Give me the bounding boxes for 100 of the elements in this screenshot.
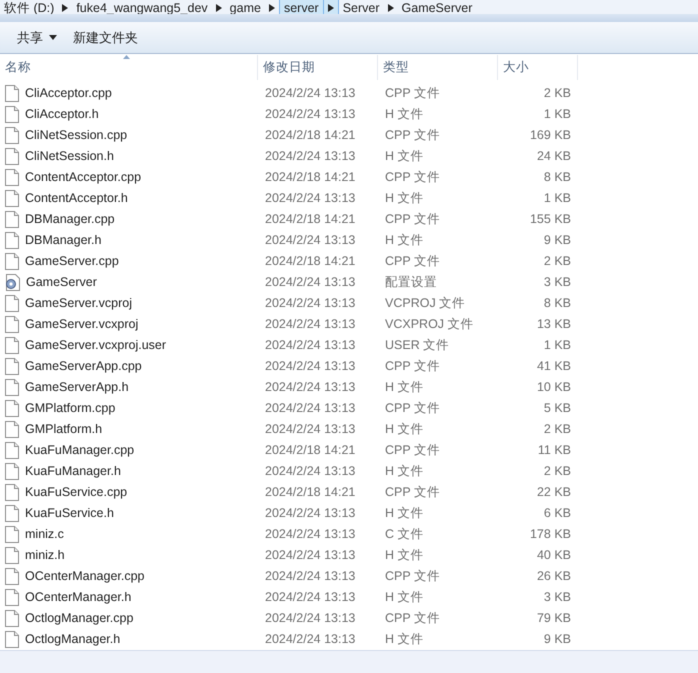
file-type: CPP 文件: [384, 85, 441, 102]
modified-date: 2024/2/24 13:13: [264, 295, 356, 312]
file-type: H 文件: [384, 232, 424, 250]
column-header[interactable]: 名称: [0, 55, 258, 80]
column-header[interactable]: 修改日期: [258, 55, 378, 80]
file-name[interactable]: GameServer.vcxproj.user: [25, 336, 166, 355]
file-size: 2 KB: [542, 421, 571, 438]
breadcrumb-item[interactable]: Server: [338, 0, 384, 14]
file-name[interactable]: OctlogManager.cpp: [25, 609, 134, 628]
modified-date: 2024/2/24 13:13: [264, 610, 356, 628]
file-name[interactable]: OctlogManager.h: [25, 630, 120, 649]
file-type: H 文件: [384, 148, 424, 166]
file-type: 配置设置: [384, 274, 438, 292]
file-size: 9 KB: [542, 631, 571, 648]
file-name[interactable]: DBManager.h: [25, 231, 102, 250]
modified-date: 2024/2/24 13:13: [264, 358, 356, 376]
modified-date: 2024/2/24 13:13: [264, 337, 356, 354]
modified-date: 2024/2/24 13:13: [264, 547, 356, 564]
file-type: CPP 文件: [384, 400, 441, 418]
file-name[interactable]: OCenterManager.h: [25, 588, 132, 607]
file-type: VCXPROJ 文件: [384, 316, 475, 334]
document-icon: [5, 505, 19, 522]
modified-date: 2024/2/24 13:13: [264, 526, 356, 544]
file-name[interactable]: KuaFuService.cpp: [25, 483, 128, 502]
column-header[interactable]: 类型: [378, 55, 498, 80]
file-size: 1 KB: [542, 190, 571, 208]
document-icon: [5, 463, 19, 480]
file-size: 79 KB: [536, 610, 571, 628]
file-name[interactable]: ContentAcceptor.cpp: [25, 168, 142, 187]
file-size: 24 KB: [536, 148, 571, 166]
file-name[interactable]: miniz.c: [25, 525, 64, 544]
file-type: H 文件: [384, 421, 424, 438]
file-name[interactable]: KuaFuManager.h: [25, 462, 121, 481]
file-name[interactable]: GameServerApp.h: [25, 378, 129, 397]
modified-date: 2024/2/24 13:13: [264, 589, 356, 606]
modified-date: 2024/2/24 13:13: [264, 106, 356, 124]
document-icon: [5, 484, 19, 501]
file-size: 9 KB: [542, 232, 571, 250]
column-header[interactable]: 大小: [498, 55, 578, 80]
file-name[interactable]: miniz.h: [25, 546, 65, 565]
chevron-right-icon[interactable]: [216, 4, 222, 12]
modified-date: 2024/2/18 14:21: [264, 211, 356, 228]
chevron-right-icon[interactable]: [388, 4, 394, 12]
file-size: 5 KB: [542, 400, 571, 418]
file-type: CPP 文件: [384, 484, 441, 502]
document-icon: [5, 358, 19, 375]
file-type: H 文件: [384, 379, 424, 396]
file-size: 40 KB: [536, 547, 571, 564]
document-icon: [5, 295, 19, 312]
file-size: 3 KB: [542, 274, 571, 292]
document-icon: [5, 190, 19, 207]
chevron-right-icon[interactable]: [268, 4, 275, 12]
file-name[interactable]: KuaFuService.h: [25, 504, 114, 523]
document-icon: [5, 421, 19, 438]
modified-date: 2024/2/18 14:21: [264, 127, 356, 144]
document-icon: [5, 631, 19, 648]
file-name[interactable]: KuaFuManager.cpp: [25, 441, 134, 460]
document-icon: [5, 547, 19, 564]
file-size: 11 KB: [536, 442, 571, 460]
modified-date: 2024/2/24 13:13: [264, 316, 356, 334]
modified-date: 2024/2/18 14:21: [264, 484, 356, 502]
file-name[interactable]: GameServer.vcproj: [25, 294, 132, 313]
document-icon: [5, 106, 19, 123]
file-name[interactable]: GameServer: [26, 273, 97, 292]
file-size: 8 KB: [542, 169, 571, 186]
chevron-right-icon[interactable]: [328, 4, 334, 12]
modified-date: 2024/2/24 13:13: [264, 379, 356, 396]
document-icon: [5, 442, 19, 459]
file-name[interactable]: GMPlatform.h: [25, 420, 102, 439]
document-icon: [5, 148, 19, 165]
chevron-right-icon[interactable]: [62, 4, 68, 12]
file-size: 6 KB: [542, 505, 571, 522]
breadcrumb-item[interactable]: server: [278, 0, 324, 14]
file-name[interactable]: ContentAcceptor.h: [25, 189, 128, 208]
file-name[interactable]: GMPlatform.cpp: [25, 399, 116, 418]
breadcrumb-item[interactable]: GameServer: [398, 0, 476, 14]
file-type: CPP 文件: [384, 442, 441, 460]
file-name[interactable]: CliNetSession.h: [25, 147, 114, 166]
document-icon: [5, 316, 19, 333]
file-name[interactable]: GameServer.vcxproj: [25, 315, 138, 334]
file-name[interactable]: DBManager.cpp: [25, 210, 115, 229]
document-icon: [5, 400, 19, 417]
modified-date: 2024/2/24 13:13: [264, 421, 356, 438]
file-name[interactable]: CliNetSession.cpp: [25, 126, 128, 145]
file-type: H 文件: [384, 190, 424, 208]
file-type: CPP 文件: [384, 358, 441, 376]
toolbar-button[interactable]: 共享: [10, 26, 64, 50]
toolbar-button[interactable]: 新建文件夹: [66, 26, 145, 50]
file-name[interactable]: GameServerApp.cpp: [25, 357, 142, 376]
file-name[interactable]: GameServer.cpp: [25, 252, 119, 271]
file-type: CPP 文件: [384, 568, 441, 586]
modified-date: 2024/2/18 14:21: [264, 169, 356, 186]
file-size: 26 KB: [536, 568, 571, 586]
file-name[interactable]: CliAcceptor.h: [25, 105, 99, 124]
file-name[interactable]: OCenterManager.cpp: [25, 567, 145, 586]
file-size: 13 KB: [536, 316, 571, 334]
file-name[interactable]: CliAcceptor.cpp: [25, 84, 112, 103]
document-icon: [5, 253, 19, 270]
document-icon: [5, 127, 19, 144]
file-size: 2 KB: [542, 463, 571, 480]
